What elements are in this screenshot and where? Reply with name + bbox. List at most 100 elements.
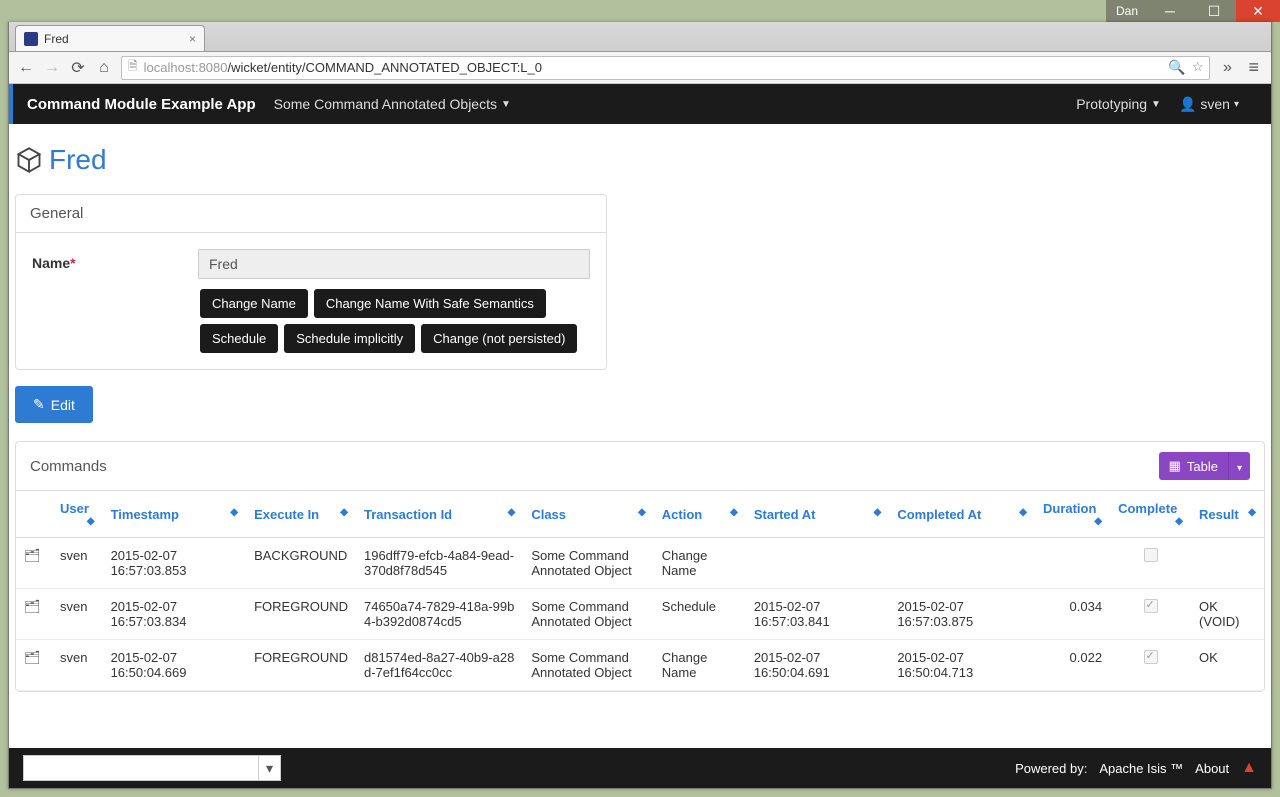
caret-down-icon: ▼ bbox=[1151, 99, 1161, 110]
row-open-icon[interactable]: 🗂 bbox=[24, 650, 41, 665]
entity-title-text: Fred bbox=[49, 144, 107, 176]
change-name-button[interactable]: Change Name bbox=[200, 289, 308, 318]
cell-complete bbox=[1110, 640, 1191, 691]
browser-toolbar: ← → ⟳ ⌂ 🗎 localhost:8080/wicket/entity/C… bbox=[9, 52, 1271, 84]
col-completed-at[interactable]: Completed At◆ bbox=[889, 491, 1035, 538]
page-icon: 🗎 bbox=[128, 57, 138, 78]
col-result[interactable]: Result◆ bbox=[1191, 491, 1264, 538]
col-timestamp[interactable]: Timestamp◆ bbox=[103, 491, 247, 538]
table-row: 🗂sven2015-02-07 16:50:04.669FOREGROUNDd8… bbox=[16, 640, 1264, 691]
col-execute-in[interactable]: Execute In◆ bbox=[246, 491, 356, 538]
col-user[interactable]: User◆ bbox=[52, 491, 103, 538]
window-close-button[interactable]: ✕ bbox=[1236, 0, 1280, 22]
about-link[interactable]: About bbox=[1195, 761, 1229, 776]
nav-user-label: sven bbox=[1200, 96, 1230, 112]
pencil-icon: ✎ bbox=[33, 396, 45, 413]
browser-tab-title: Fred bbox=[44, 32, 69, 46]
label-name: Name* bbox=[32, 249, 198, 271]
nav-menu-label: Prototyping bbox=[1076, 96, 1147, 112]
table-view-dropdown[interactable]: ▾ bbox=[1228, 452, 1250, 480]
browser-tab[interactable]: Fred × bbox=[15, 25, 205, 51]
cell-execute-in: BACKGROUND bbox=[246, 538, 356, 589]
cell-completed-at: 2015-02-07 16:50:04.713 bbox=[889, 640, 1035, 691]
sort-icon: ◆ bbox=[638, 507, 646, 518]
sort-icon: ◆ bbox=[1175, 516, 1183, 527]
chevron-down-icon: ▾ bbox=[258, 756, 280, 780]
user-icon: 👤 bbox=[1179, 96, 1196, 113]
col-started-at[interactable]: Started At◆ bbox=[746, 491, 890, 538]
url-path: /wicket/entity/COMMAND_ANNOTATED_OBJECT:… bbox=[228, 60, 542, 75]
bookmark-star-icon[interactable]: ☆ bbox=[1192, 59, 1204, 76]
tab-close-icon[interactable]: × bbox=[189, 32, 196, 46]
entity-cube-icon bbox=[15, 146, 43, 174]
table-view-button[interactable]: ▦ Table bbox=[1159, 452, 1228, 480]
url-bar[interactable]: 🗎 localhost:8080/wicket/entity/COMMAND_A… bbox=[121, 56, 1210, 80]
nav-user-menu[interactable]: 👤 sven ▾ bbox=[1179, 96, 1239, 113]
window-titlebar: Dan ─ ☐ ✕ bbox=[0, 0, 1280, 22]
schedule-button[interactable]: Schedule bbox=[200, 324, 278, 353]
cell-transaction-id: d81574ed-8a27-40b9-a28d-7ef1f64cc0cc bbox=[356, 640, 523, 691]
commands-table: User◆ Timestamp◆ Execute In◆ Transaction… bbox=[16, 491, 1264, 691]
browser-tab-strip: Fred × bbox=[9, 22, 1271, 52]
panel-commands-heading: Commands bbox=[30, 458, 107, 475]
panel-general: General Name* Fred Change Name Change Na… bbox=[15, 194, 607, 370]
browser-window: Fred × ← → ⟳ ⌂ 🗎 localhost:8080/wicket/e… bbox=[8, 22, 1272, 789]
col-action[interactable]: Action◆ bbox=[654, 491, 746, 538]
cell-result bbox=[1191, 538, 1264, 589]
favicon-icon bbox=[24, 32, 38, 46]
warning-icon[interactable]: ▲ bbox=[1241, 759, 1257, 777]
cell-started-at bbox=[746, 538, 890, 589]
change-not-persisted-button[interactable]: Change (not persisted) bbox=[421, 324, 577, 353]
cell-user: sven bbox=[52, 640, 103, 691]
nav-back-icon[interactable]: ← bbox=[17, 59, 35, 77]
sort-icon: ◆ bbox=[87, 516, 95, 527]
table-row: 🗂sven2015-02-07 16:57:03.853BACKGROUND19… bbox=[16, 538, 1264, 589]
browser-menu-icon[interactable]: ≡ bbox=[1244, 57, 1263, 78]
nav-menu-annotated-objects[interactable]: Some Command Annotated Objects ▼ bbox=[274, 96, 511, 112]
cell-transaction-id: 196dff79-efcb-4a84-9ead-370d8f78d545 bbox=[356, 538, 523, 589]
col-class[interactable]: Class◆ bbox=[523, 491, 653, 538]
nav-reload-icon[interactable]: ⟳ bbox=[69, 58, 87, 78]
url-port: :8080 bbox=[195, 60, 228, 75]
nav-menu-label: Some Command Annotated Objects bbox=[274, 96, 497, 112]
url-host: localhost bbox=[144, 60, 195, 75]
window-maximize-button[interactable]: ☐ bbox=[1192, 0, 1236, 22]
checkbox-icon bbox=[1144, 599, 1158, 613]
apache-isis-link[interactable]: Apache Isis ™ bbox=[1099, 761, 1183, 776]
change-name-safe-button[interactable]: Change Name With Safe Semantics bbox=[314, 289, 546, 318]
row-open-icon[interactable]: 🗂 bbox=[24, 548, 41, 563]
cell-duration: 0.034 bbox=[1035, 589, 1110, 640]
cell-action: Change Name bbox=[654, 538, 746, 589]
cell-complete bbox=[1110, 589, 1191, 640]
col-duration[interactable]: Duration◆ bbox=[1035, 491, 1110, 538]
extensions-icon[interactable]: » bbox=[1218, 59, 1236, 77]
cell-execute-in: FOREGROUND bbox=[246, 640, 356, 691]
cell-timestamp: 2015-02-07 16:57:03.853 bbox=[103, 538, 247, 589]
nav-home-icon[interactable]: ⌂ bbox=[95, 59, 113, 77]
nav-menu-prototyping[interactable]: Prototyping ▼ bbox=[1076, 96, 1161, 112]
sort-icon: ◆ bbox=[1094, 516, 1102, 527]
cell-user: sven bbox=[52, 589, 103, 640]
field-name: Fred bbox=[198, 249, 590, 279]
window-minimize-button[interactable]: ─ bbox=[1148, 0, 1192, 22]
col-transaction-id[interactable]: Transaction Id◆ bbox=[356, 491, 523, 538]
sort-icon: ◆ bbox=[508, 507, 516, 518]
schedule-implicitly-button[interactable]: Schedule implicitly bbox=[284, 324, 415, 353]
app-brand[interactable]: Command Module Example App bbox=[27, 96, 256, 113]
row-open-icon[interactable]: 🗂 bbox=[24, 599, 41, 614]
sort-icon: ◆ bbox=[730, 507, 738, 518]
page-title: Fred bbox=[15, 144, 1265, 176]
cell-class: Some Command Annotated Object bbox=[523, 589, 653, 640]
cell-class: Some Command Annotated Object bbox=[523, 538, 653, 589]
panel-commands: Commands ▦ Table ▾ bbox=[15, 441, 1265, 692]
grid-icon: ▦ bbox=[1169, 458, 1181, 474]
col-complete[interactable]: Complete◆ bbox=[1110, 491, 1191, 538]
page-body: Fred General Name* Fred Change Name Chan… bbox=[9, 124, 1271, 748]
panel-general-heading: General bbox=[16, 195, 606, 233]
edit-button-label: Edit bbox=[51, 397, 75, 413]
checkbox-icon bbox=[1144, 548, 1158, 562]
cell-transaction-id: 74650a74-7829-418a-99b4-b392d0874cd5 bbox=[356, 589, 523, 640]
search-icon[interactable]: 🔍 bbox=[1168, 59, 1185, 76]
edit-button[interactable]: ✎ Edit bbox=[15, 386, 93, 423]
footer-breadcrumb-select[interactable]: ▾ bbox=[23, 755, 281, 781]
